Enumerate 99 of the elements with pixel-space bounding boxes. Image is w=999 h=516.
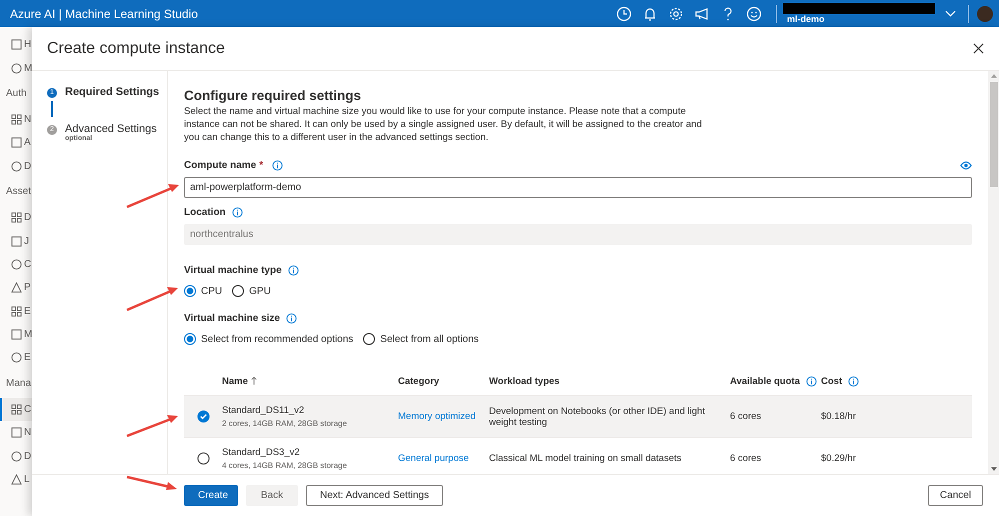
scroll-down-icon[interactable]: [990, 467, 996, 471]
scrollbar-thumb[interactable]: [990, 82, 998, 187]
close-icon[interactable]: [973, 43, 984, 54]
table-cell: $0.18/hr: [821, 411, 856, 422]
description-text: Select the name and virtual machine size you would like to use for your compute instance. Please note that a compute instance can not be shared. It can only be used by a single assigned user. By default, it will be assigned to the creator and you can change this to a different user in the advanced settings section.: [184, 105, 703, 144]
sidebar-item[interactable]: H: [0, 33, 32, 56]
square-icon: [11, 39, 22, 50]
square-icon: [11, 329, 22, 340]
cancel-button[interactable]: Cancel: [928, 485, 983, 506]
circle-icon: [11, 352, 22, 364]
sidebar-item[interactable]: C: [0, 252, 32, 276]
sidebar-item[interactable]: A: [0, 131, 32, 155]
triangle-icon: [11, 282, 22, 294]
compute-name-input[interactable]: aml-powerplatform-demo: [184, 177, 972, 198]
info-icon[interactable]: [272, 160, 284, 171]
chevron-down-icon[interactable]: [945, 10, 956, 18]
table-row[interactable]: Standard_DS11_v2 2 cores, 14GB RAM, 28GB storage Memory optimized Development on Notebooks (or other IDE) and light weight testing 6 cores $0.18/hr: [184, 396, 972, 438]
table-cell-text: Standard_DS3_v2: [222, 447, 301, 458]
circle-icon: [11, 62, 22, 74]
table-cell: $0.29/hr: [821, 453, 856, 464]
bell-icon[interactable]: [642, 6, 658, 22]
square-icon: [11, 427, 22, 438]
column-header[interactable]: Name: [222, 376, 257, 386]
table-cell-text: Standard_DS11_v2: [222, 405, 306, 416]
info-icon[interactable]: [288, 265, 299, 276]
circle-icon: [11, 450, 22, 462]
table-cell-text: 4 cores, 14GB RAM, 28GB storage: [222, 461, 348, 470]
column-header[interactable]: Available quota: [730, 376, 817, 386]
column-header[interactable]: Category: [398, 376, 440, 386]
sidebar-item[interactable]: M: [0, 322, 32, 346]
create-button[interactable]: Create: [184, 485, 238, 506]
column-header[interactable]: Workload types: [489, 376, 560, 386]
table-row[interactable]: Standard_DS3_v2 4 cores, 14GB RAM, 28GB storage General purpose Classical ML model training on small datasets 6 cores $0.29/hr: [184, 438, 972, 474]
avatar[interactable]: [977, 6, 993, 22]
scroll-up-icon[interactable]: [990, 74, 996, 78]
radio-option[interactable]: Select from all options: [363, 333, 479, 345]
settings-icon[interactable]: [668, 6, 684, 22]
square-icon: [11, 236, 22, 247]
info-icon[interactable]: [232, 207, 243, 218]
next-button[interactable]: Next: Advanced Settings: [306, 485, 443, 506]
row-select-radio[interactable]: [196, 452, 210, 465]
clock-icon[interactable]: [616, 6, 632, 22]
table-cell: Classical ML model training on small datasets: [489, 453, 682, 464]
smiley-icon[interactable]: [746, 6, 762, 22]
grid-icon: [11, 212, 22, 224]
annotation-arrow: [126, 476, 177, 490]
info-icon[interactable]: [848, 376, 860, 386]
annotation-arrow: [126, 287, 178, 312]
sidebar-item[interactable]: L: [0, 468, 32, 492]
annotation-arrow: [126, 184, 179, 208]
table-cell-text: 2 cores, 14GB RAM, 28GB storage: [222, 419, 348, 428]
square-icon: [11, 137, 22, 148]
row-select-radio[interactable]: [196, 410, 210, 423]
app-title: Azure AI | Machine Learning Studio: [9, 6, 199, 20]
dialog-title: Create compute instance: [47, 40, 225, 58]
location-input: northcentralus: [184, 224, 972, 245]
annotation-arrow: [126, 415, 178, 438]
sidebar-item[interactable]: D: [0, 444, 32, 468]
category-link[interactable]: Memory optimized: [398, 411, 476, 422]
section-heading: Configure required settings: [184, 88, 362, 103]
sidebar-section-label: Asset: [5, 184, 32, 199]
grid-icon: [11, 114, 22, 125]
circle-icon: [11, 160, 22, 172]
grid-icon: [11, 404, 22, 415]
info-icon[interactable]: [806, 376, 817, 386]
radio-option[interactable]: GPU: [232, 285, 271, 297]
sidebar-section-label: Auth: [5, 86, 28, 101]
column-header[interactable]: Cost: [821, 376, 860, 386]
sidebar-section-label: Mana: [5, 376, 32, 391]
sidebar-item[interactable]: E: [0, 300, 32, 323]
sidebar-item[interactable]: N: [0, 421, 32, 444]
table-cell: Development on Notebooks (or other IDE) and light weight testing: [489, 406, 705, 428]
triangle-icon: [11, 474, 22, 486]
eye-icon[interactable]: [960, 161, 972, 170]
field-label: Virtual machine type: [184, 265, 282, 276]
sidebar-item[interactable]: D: [0, 206, 32, 230]
workspace-name[interactable]: ml-demo: [787, 14, 935, 24]
table-cell: 6 cores: [730, 453, 762, 464]
field-label: Location: [184, 207, 226, 218]
sidebar-item[interactable]: N: [0, 108, 32, 132]
category-link[interactable]: General purpose: [398, 453, 469, 464]
sort-arrow-icon[interactable]: [250, 376, 257, 386]
info-icon[interactable]: [286, 313, 297, 324]
sidebar-item[interactable]: M: [0, 56, 32, 80]
sidebar-item[interactable]: P: [0, 276, 32, 300]
scrollbar[interactable]: [988, 71, 999, 474]
field-label: Virtual machine size: [184, 313, 280, 324]
radio-option[interactable]: Select from recommended options: [184, 333, 354, 345]
sidebar-item[interactable]: J: [0, 229, 32, 253]
circle-icon: [11, 258, 22, 270]
table-cell: 6 cores: [730, 411, 762, 422]
sidebar-item[interactable]: D: [0, 154, 32, 178]
required-mark: *: [259, 160, 264, 171]
sidebar-item[interactable]: C: [0, 398, 32, 422]
megaphone-icon[interactable]: [694, 6, 710, 22]
field-label: Compute name: [184, 160, 256, 171]
sidebar-item[interactable]: E: [0, 346, 32, 370]
radio-option[interactable]: CPU: [184, 285, 222, 297]
grid-icon: [11, 306, 22, 317]
